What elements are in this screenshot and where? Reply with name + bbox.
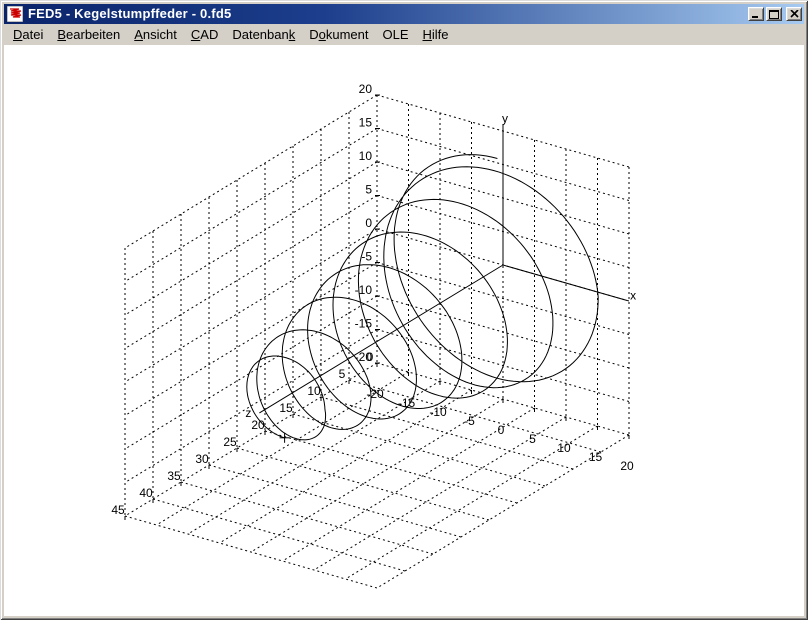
z-tick-label: 5 [339, 367, 346, 381]
close-icon [790, 10, 799, 18]
y-tick-label: 10 [359, 149, 373, 163]
maximize-icon [769, 10, 779, 19]
x-tick-label: 20 [620, 459, 634, 473]
plot-client-area: yxz20151050-5-10-15-20051015202530354045… [4, 45, 804, 616]
menu-item-ole[interactable]: OLE [376, 26, 416, 44]
window-controls [748, 7, 802, 21]
y-tick-label: -10 [355, 283, 373, 297]
x-tick-label: 5 [529, 432, 536, 446]
menu-item-bearbeiten[interactable]: Bearbeiten [50, 26, 127, 44]
menu-item-cad[interactable]: CAD [184, 26, 225, 44]
minimize-button[interactable] [748, 7, 764, 21]
z-tick-label: 15 [279, 401, 293, 415]
menu-item-hilfe[interactable]: Hilfe [416, 26, 456, 44]
title-bar[interactable]: FED5 - Kegelstumpffeder - 0.fd5 [4, 4, 804, 24]
y-tick-label: 15 [359, 116, 373, 130]
z-tick-label: 40 [139, 486, 153, 500]
y-tick-label: 5 [365, 183, 372, 197]
x-axis-label: x [630, 289, 636, 303]
y-tick-label: 0 [365, 216, 372, 230]
z-tick-label: 0 [367, 350, 374, 364]
x-tick-label: -10 [429, 405, 447, 419]
y-axis-label: y [502, 111, 508, 125]
app-window: FED5 - Kegelstumpffeder - 0.fd5 DateiBea [0, 0, 808, 620]
x-tick-label: 15 [589, 450, 603, 464]
x-tick-label: 10 [557, 441, 571, 455]
menu-item-dokument[interactable]: Dokument [302, 26, 375, 44]
menu-item-datei[interactable]: Datei [6, 26, 50, 44]
3d-spring-plot: yxz20151050-5-10-15-20051015202530354045… [4, 45, 804, 616]
z-tick-label: 35 [167, 469, 181, 483]
tick-labels: yxz20151050-5-10-15-20051015202530354045… [111, 82, 636, 517]
z-tick-label: 45 [111, 503, 125, 517]
y-tick-label: -15 [355, 317, 373, 331]
minimize-icon [751, 10, 761, 19]
menu-bar: DateiBearbeitenAnsichtCADDatenbankDokume… [4, 24, 804, 44]
spring-wire [247, 155, 598, 440]
window-title: FED5 - Kegelstumpffeder - 0.fd5 [26, 4, 745, 24]
y-tick-label: 20 [359, 82, 373, 96]
z-tick-label: 30 [195, 452, 209, 466]
menu-item-ansicht[interactable]: Ansicht [127, 26, 184, 44]
menu-item-datenbank[interactable]: Datenbank [225, 26, 302, 44]
z-tick-label: 25 [223, 435, 237, 449]
spring-helix [247, 155, 598, 443]
maximize-button[interactable] [766, 7, 782, 21]
x-tick-label: 0 [498, 423, 505, 437]
wire-end-marker [280, 433, 290, 443]
close-button[interactable] [786, 7, 802, 21]
x-tick-label: -20 [366, 387, 384, 401]
x-tick-label: -5 [464, 414, 475, 428]
app-icon[interactable] [7, 6, 23, 22]
